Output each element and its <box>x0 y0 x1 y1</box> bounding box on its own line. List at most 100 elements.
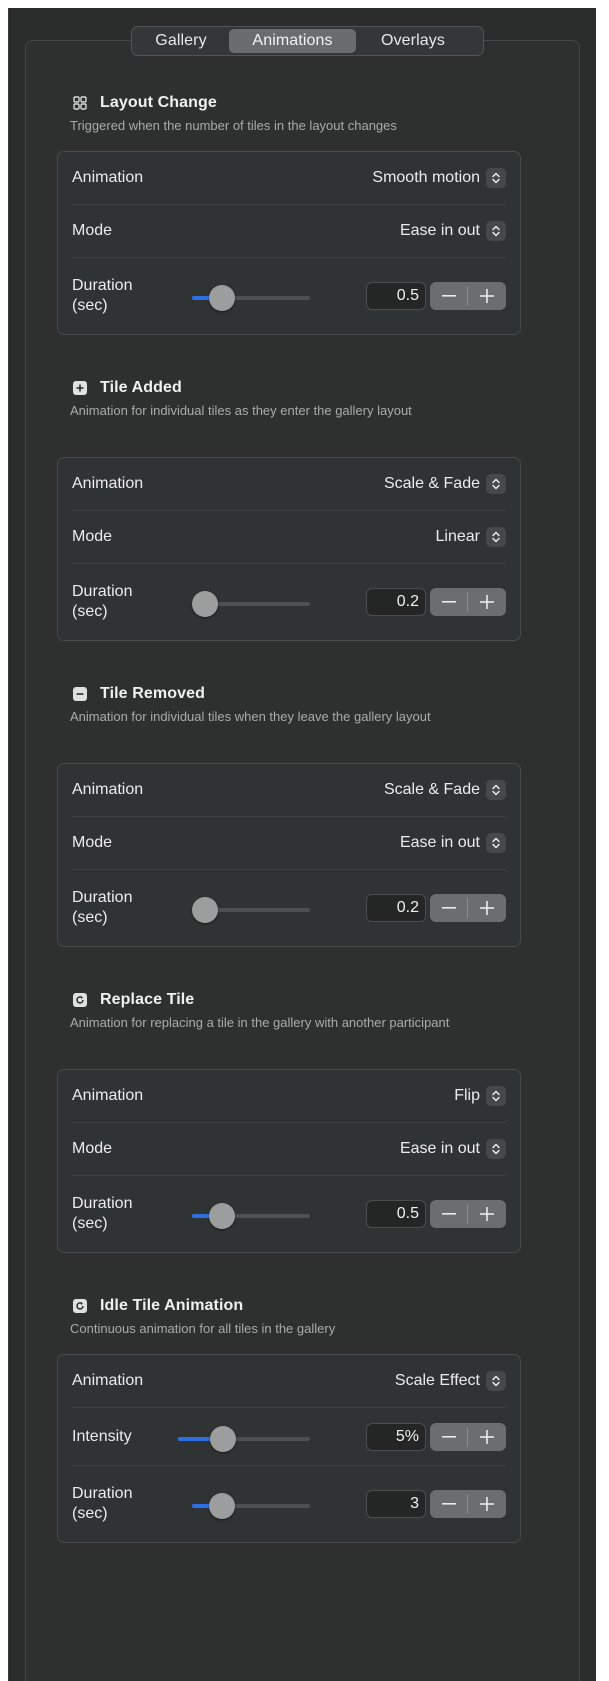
duration-stepper <box>430 282 506 310</box>
section-description: Continuous animation for all tiles in th… <box>70 1321 336 1336</box>
slider-knob[interactable] <box>209 1425 236 1452</box>
mode-label: Mode <box>72 528 113 545</box>
duration-label: Duration (sec) <box>72 889 133 926</box>
tab-gallery[interactable]: Gallery <box>134 29 228 53</box>
mode-popup[interactable]: Ease in out <box>400 1139 506 1159</box>
animation-value: Smooth motion <box>372 169 480 186</box>
animation-label: Animation <box>72 781 144 798</box>
intensity-stepper <box>430 1422 506 1451</box>
section-replace-tile: Replace Tile Animation for replacing a t… <box>70 989 530 1031</box>
animation-value: Scale & Fade <box>383 781 480 798</box>
animation-value: Scale Effect <box>394 1372 480 1389</box>
animation-label: Animation <box>72 1372 144 1389</box>
mode-value: Ease in out <box>399 222 480 239</box>
animation-value: Scale & Fade <box>383 475 480 492</box>
grid-icon <box>73 96 87 110</box>
animation-label: Animation <box>72 169 144 186</box>
chevron-up-down-icon <box>486 833 506 853</box>
section-tile-removed: Tile Removed Animation for individual ti… <box>70 683 460 725</box>
tab-overlays[interactable]: Overlays <box>357 29 469 53</box>
section-description: Animation for individual tiles when they… <box>70 709 431 724</box>
plus-icon[interactable] <box>468 282 505 310</box>
animation-popup[interactable]: Scale & Fade <box>384 474 506 494</box>
duration-field[interactable]: 0.2 <box>366 894 426 922</box>
minus-icon[interactable] <box>430 282 467 310</box>
section-idle-tile: Idle Tile Animation Continuous animation… <box>70 1295 520 1337</box>
duration-slider[interactable] <box>192 897 310 923</box>
tile-removed-card: Animation Scale & Fade Mode Ease in out … <box>57 763 521 947</box>
duration-field[interactable]: 3 <box>366 1490 426 1518</box>
chevron-up-down-icon <box>486 780 506 800</box>
minus-icon[interactable] <box>430 1490 467 1518</box>
intensity-slider[interactable] <box>178 1425 310 1452</box>
plus-icon[interactable] <box>468 894 505 922</box>
duration-slider[interactable] <box>192 1493 310 1519</box>
refresh-square-icon <box>73 1299 87 1313</box>
animation-label: Animation <box>72 1087 144 1104</box>
slider-knob[interactable] <box>192 897 218 923</box>
section-title: Idle Tile Animation <box>100 1297 244 1314</box>
minus-icon[interactable] <box>430 894 467 922</box>
duration-stepper <box>430 1490 506 1518</box>
duration-slider[interactable] <box>192 591 310 617</box>
intensity-label: Intensity <box>72 1427 132 1445</box>
chevron-up-down-icon <box>486 1086 506 1106</box>
minus-icon[interactable] <box>430 1200 467 1228</box>
section-description: Animation for replacing a tile in the ga… <box>70 1015 450 1030</box>
mode-popup[interactable]: Linear <box>436 527 506 547</box>
animation-label: Animation <box>72 475 144 492</box>
idle-tile-card: Animation Scale Effect Intensity 5% Dura… <box>57 1354 521 1543</box>
duration-field[interactable]: 0.5 <box>366 282 426 310</box>
plus-icon[interactable] <box>468 1423 505 1451</box>
plus-icon[interactable] <box>468 588 505 616</box>
layout-change-card: Animation Smooth motion Mode Ease in out… <box>57 151 521 335</box>
slider-knob[interactable] <box>208 285 235 311</box>
duration-field[interactable]: 0.2 <box>366 588 426 616</box>
animation-popup[interactable]: Smooth motion <box>372 168 506 188</box>
duration-slider[interactable] <box>192 1203 310 1229</box>
animation-popup[interactable]: Scale & Fade <box>384 780 506 800</box>
plus-icon[interactable] <box>468 1490 505 1518</box>
mode-label: Mode <box>72 222 113 239</box>
animation-value: Flip <box>454 1087 480 1104</box>
segmented-tabs: Gallery Animations Overlays <box>131 26 484 56</box>
minus-icon[interactable] <box>430 1423 467 1451</box>
chevron-up-down-icon <box>486 474 506 494</box>
mode-value: Ease in out <box>399 834 480 851</box>
animation-popup[interactable]: Flip <box>454 1086 506 1106</box>
refresh-square-icon <box>73 993 87 1007</box>
mode-label: Mode <box>72 1140 113 1157</box>
duration-label: Duration (sec) <box>72 583 133 620</box>
plus-square-icon <box>73 381 87 395</box>
mode-popup[interactable]: Ease in out <box>400 833 506 853</box>
minus-icon[interactable] <box>430 588 467 616</box>
minus-square-icon <box>73 687 87 701</box>
chevron-up-down-icon <box>486 1139 506 1159</box>
mode-label: Mode <box>72 834 113 851</box>
tab-animations[interactable]: Animations <box>229 29 356 53</box>
slider-knob[interactable] <box>208 1493 235 1519</box>
duration-label: Duration (sec) <box>72 1195 133 1232</box>
slider-knob[interactable] <box>208 1203 235 1229</box>
section-description: Animation for individual tiles as they e… <box>70 403 412 418</box>
slider-knob[interactable] <box>192 591 218 617</box>
duration-field[interactable]: 0.5 <box>366 1200 426 1228</box>
mode-popup[interactable]: Ease in out <box>400 221 506 241</box>
duration-label: Duration (sec) <box>72 277 133 314</box>
duration-stepper <box>430 588 506 616</box>
duration-slider[interactable] <box>192 285 310 311</box>
chevron-up-down-icon <box>486 1371 506 1391</box>
section-title: Replace Tile <box>100 991 195 1008</box>
mode-value: Linear <box>435 528 480 545</box>
animation-popup[interactable]: Scale Effect <box>395 1371 506 1391</box>
section-title: Layout Change <box>100 94 217 111</box>
intensity-field[interactable]: 5% <box>366 1422 426 1451</box>
duration-label: Duration (sec) <box>72 1485 133 1522</box>
duration-stepper <box>430 894 506 922</box>
replace-tile-card: Animation Flip Mode Ease in out Duration… <box>57 1069 521 1253</box>
tile-added-card: Animation Scale & Fade Mode Linear Durat… <box>57 457 521 641</box>
chevron-up-down-icon <box>486 527 506 547</box>
duration-stepper <box>430 1200 506 1228</box>
section-description: Triggered when the number of tiles in th… <box>70 118 397 133</box>
plus-icon[interactable] <box>468 1200 505 1228</box>
